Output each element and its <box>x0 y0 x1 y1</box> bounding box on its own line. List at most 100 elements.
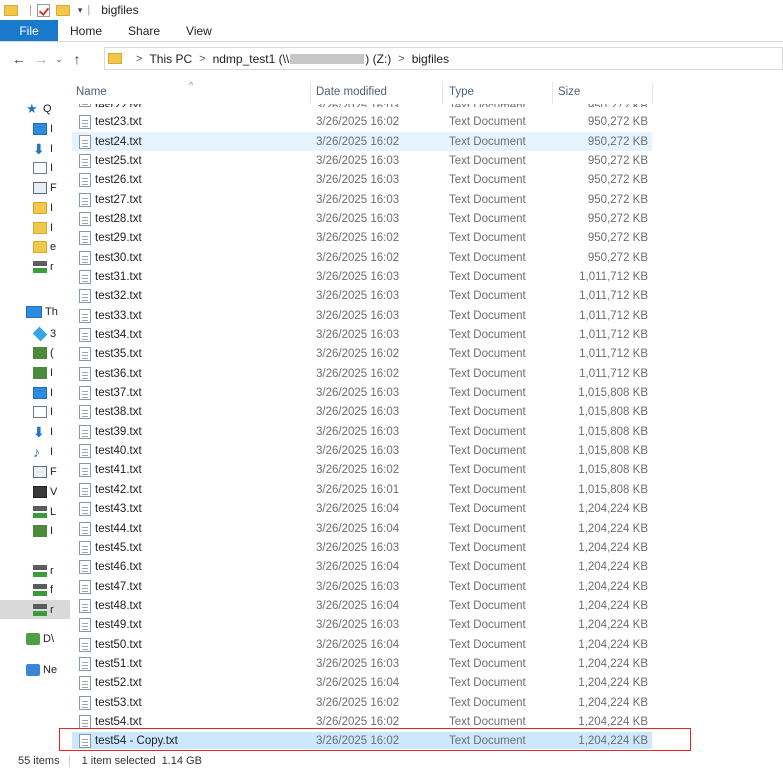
file-row[interactable]: test51.txt 3/26/2025 16:03 Text Document 1,… <box>72 654 652 673</box>
file-row[interactable]: test54 - Copy.txt 3/26/2025 16:02 Text Doc… <box>72 731 652 749</box>
quick-access-toolbar-dropdown[interactable]: ▾ <box>78 5 83 16</box>
file-row[interactable]: test45.txt 3/26/2025 16:03 Text Document 1,… <box>72 538 652 557</box>
file-row[interactable]: test40.txt 3/26/2025 16:03 Text Document 1,… <box>72 441 652 460</box>
file-row[interactable]: test29.txt 3/26/2025 16:02 Text Document 95… <box>72 229 652 248</box>
navpane-item[interactable]: Ne <box>0 660 70 679</box>
column-date-modified[interactable]: Date modified <box>316 86 387 98</box>
navpane-item[interactable]: I <box>0 402 70 421</box>
column-size[interactable]: Size <box>558 86 580 98</box>
file-size: 950,272 KB <box>587 251 648 264</box>
navpane-item[interactable]: F <box>0 178 70 197</box>
file-name: test49.txt <box>95 619 142 632</box>
column-header: ^ Name Date modified Type Size <box>72 82 783 104</box>
navpane-item[interactable]: Th <box>0 302 70 321</box>
navpane-item[interactable]: D\ <box>0 629 70 648</box>
file-row[interactable]: test49.txt 3/26/2025 16:03 Text Document 1,… <box>72 616 652 635</box>
file-row[interactable]: test42.txt 3/26/2025 16:01 Text Document 1,… <box>72 480 652 499</box>
file-row[interactable]: test34.txt 3/26/2025 16:03 Text Document 1,… <box>72 325 652 344</box>
file-row[interactable]: test41.txt 3/26/2025 16:02 Text Document 1,… <box>72 461 652 480</box>
tab-home[interactable]: Home <box>58 20 115 41</box>
navpane-item[interactable]: r <box>0 257 70 276</box>
file-row[interactable]: test25.txt 3/26/2025 16:03 Text Document 95… <box>72 151 652 170</box>
navpane-item[interactable]: F <box>0 462 70 481</box>
navpane-item[interactable]: I <box>0 383 70 402</box>
file-row[interactable]: test48.txt 3/26/2025 16:04 Text Document 1,… <box>72 596 652 615</box>
file-size: 1,204,224 KB <box>578 638 648 651</box>
file-row[interactable]: test43.txt 3/26/2025 16:04 Text Document 1,… <box>72 500 652 519</box>
column-divider[interactable] <box>310 82 311 104</box>
column-name[interactable]: Name <box>76 86 107 98</box>
navpane-item[interactable]: e <box>0 237 70 256</box>
file-date-modified: 3/26/2025 16:04 <box>316 638 400 651</box>
navpane-item[interactable]: I <box>0 363 70 382</box>
file-row[interactable]: test39.txt 3/26/2025 16:03 Text Document 1,… <box>72 422 652 441</box>
file-row[interactable]: test27.txt 3/26/2025 16:03 Text Document 95… <box>72 190 652 209</box>
text-file-icon <box>79 308 91 323</box>
file-date-modified: 3/26/2025 16:02 <box>316 696 400 709</box>
column-divider[interactable] <box>552 82 553 104</box>
navpane-item[interactable]: r <box>0 561 70 580</box>
file-row[interactable]: test26.txt 3/26/2025 16:03 Text Document 95… <box>72 171 652 190</box>
new-folder-icon[interactable] <box>55 4 70 16</box>
file-row[interactable]: test36.txt 3/26/2025 16:02 Text Document 1,… <box>72 364 652 383</box>
network-pc-icon <box>33 366 47 379</box>
file-row[interactable]: test24.txt 3/26/2025 16:02 Text Document 95… <box>72 131 652 152</box>
file-row[interactable]: test35.txt 3/26/2025 16:02 Text Document 1,… <box>72 345 652 364</box>
file-row[interactable]: test28.txt 3/26/2025 16:03 Text Document 95… <box>72 209 652 228</box>
back-button[interactable]: ← <box>8 51 30 67</box>
column-divider[interactable] <box>652 82 653 104</box>
navpane-item[interactable]: I <box>0 198 70 217</box>
file-row[interactable]: test52.txt 3/26/2025 16:04 Text Document 1,… <box>72 674 652 693</box>
file-row[interactable]: test46.txt 3/26/2025 16:04 Text Document 1,… <box>72 558 652 577</box>
navpane-item[interactable]: f <box>0 580 70 599</box>
navpane-item[interactable]: ★ Q <box>0 99 70 118</box>
file-size: 950,272 KB <box>587 116 648 129</box>
file-row[interactable]: test30.txt 3/26/2025 16:02 Text Document 95… <box>72 248 652 267</box>
file-row[interactable]: test33.txt 3/26/2025 16:03 Text Document 1,… <box>72 306 652 325</box>
navpane-item[interactable]: r <box>0 600 70 619</box>
address-bar[interactable]: > This PC > ndmp_test1 (\\) (Z:) > bigfi… <box>104 47 783 70</box>
file-row[interactable]: test53.txt 3/26/2025 16:02 Text Document 1,… <box>72 693 652 712</box>
tab-share[interactable]: Share <box>115 20 173 41</box>
pictures-icon <box>33 181 47 194</box>
file-row[interactable]: test32.txt 3/26/2025 16:03 Text Document 1,… <box>72 287 652 306</box>
text-file-icon <box>79 598 91 613</box>
file-row[interactable]: test23.txt 3/26/2025 16:02 Text Document 95… <box>72 113 652 132</box>
up-button[interactable]: ↑ <box>66 51 88 67</box>
breadcrumb-this-pc[interactable]: This PC <box>149 52 192 66</box>
tab-file[interactable]: File <box>0 20 58 41</box>
file-name: test30.txt <box>95 251 142 264</box>
navpane-item[interactable]: ⬇ I <box>0 422 70 441</box>
navpane-item[interactable]: I <box>0 218 70 237</box>
navpane-item[interactable]: 3 <box>0 324 70 343</box>
navpane-item[interactable]: ⬇ I <box>0 139 70 158</box>
file-name: test54 - Copy.txt <box>95 735 178 748</box>
file-row[interactable]: test54.txt 3/26/2025 16:02 Text Document 1,… <box>72 712 652 731</box>
file-row[interactable]: test38.txt 3/26/2025 16:03 Text Document 1,… <box>72 403 652 422</box>
file-size: 1,204,224 KB <box>578 735 648 748</box>
forward-button[interactable]: → <box>30 51 52 67</box>
tab-view[interactable]: View <box>173 20 225 41</box>
text-file-icon <box>79 676 91 691</box>
file-row[interactable]: test47.txt 3/26/2025 16:03 Text Document 1,… <box>72 577 652 596</box>
navpane-item[interactable]: I <box>0 119 70 138</box>
breadcrumb-share[interactable]: ndmp_test1 (\\) (Z:) <box>213 52 392 66</box>
column-type[interactable]: Type <box>449 86 474 98</box>
file-name: test51.txt <box>95 657 142 670</box>
properties-icon[interactable] <box>36 3 50 17</box>
file-row[interactable]: test31.txt 3/26/2025 16:03 Text Document 1,… <box>72 267 652 286</box>
navpane-item[interactable]: I <box>0 521 70 540</box>
recent-locations-button[interactable]: ⌄ <box>52 54 66 65</box>
column-divider[interactable] <box>442 82 443 104</box>
breadcrumb-bigfiles[interactable]: bigfiles <box>412 52 449 66</box>
file-size: 1,011,712 KB <box>579 309 648 322</box>
file-row[interactable]: test50.txt 3/26/2025 16:04 Text Document 1,… <box>72 635 652 654</box>
navpane-item[interactable]: V <box>0 482 70 501</box>
navpane-item[interactable]: L <box>0 502 70 521</box>
file-row[interactable]: test44.txt 3/26/2025 16:04 Text Document 1,… <box>72 519 652 538</box>
file-row[interactable]: test37.txt 3/26/2025 16:03 Text Document 1,… <box>72 383 652 402</box>
navpane-item[interactable]: ( <box>0 343 70 362</box>
navpane-item[interactable]: ♪ I <box>0 442 70 461</box>
navpane-item[interactable]: I <box>0 158 70 177</box>
file-size: 1,015,808 KB <box>578 464 648 477</box>
